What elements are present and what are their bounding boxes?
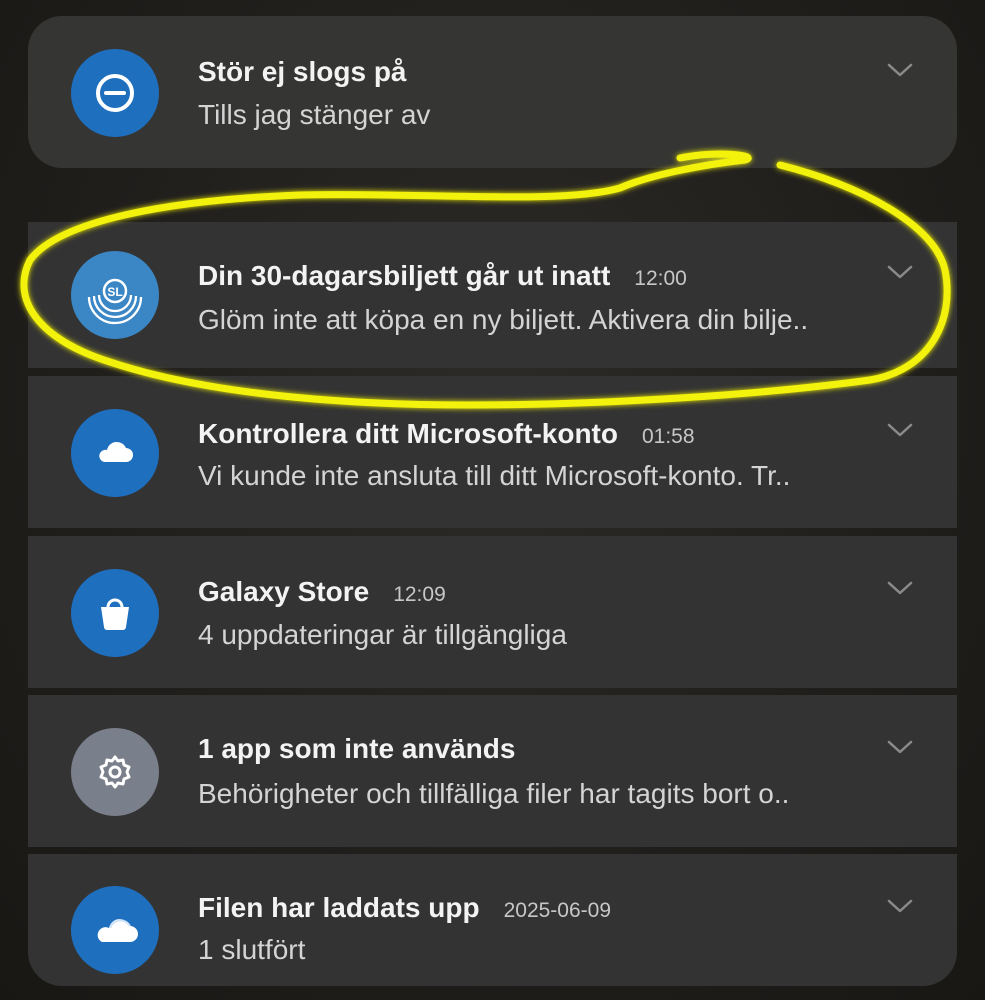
- shopping-bag-icon: [71, 569, 159, 657]
- gear-icon: [71, 728, 159, 816]
- notification-text: 4 uppdateringar är tillgängliga: [198, 619, 567, 650]
- notification-dnd[interactable]: Stör ej slogs på Tills jag stänger av: [28, 16, 957, 168]
- cloud-icon: [71, 409, 159, 497]
- notification-text: 1 slutfört: [198, 934, 306, 965]
- notification-title: 1 app som inte används: [198, 733, 516, 764]
- onedrive-cloud-icon: [71, 886, 159, 974]
- chevron-down-icon[interactable]: [885, 60, 915, 80]
- notification-text: Glöm inte att köpa en ny biljett. Aktive…: [198, 304, 809, 335]
- notification-title: Kontrollera ditt Microsoft-konto: [198, 418, 618, 449]
- notification-sl-ticket[interactable]: SL Din 30-dagarsbiljett går ut inatt 12:…: [28, 222, 957, 368]
- notification-title: Din 30-dagarsbiljett går ut inatt: [198, 260, 611, 291]
- chevron-down-icon[interactable]: [885, 896, 915, 916]
- sl-logo-icon: SL: [71, 251, 159, 339]
- sl-logo-text: SL: [107, 285, 122, 299]
- notification-galaxy-store[interactable]: Galaxy Store 12:09 4 uppdateringar är ti…: [28, 536, 957, 688]
- notification-unused-app[interactable]: 1 app som inte används Behörigheter och …: [28, 695, 957, 847]
- notification-file-uploaded[interactable]: Filen har laddats upp 2025-06-09 1 slutf…: [28, 854, 957, 986]
- notification-time: 2025-06-09: [503, 899, 612, 922]
- notification-title: Stör ej slogs på: [198, 56, 407, 87]
- notification-title: Galaxy Store: [198, 576, 370, 607]
- chevron-down-icon[interactable]: [885, 578, 915, 598]
- chevron-down-icon[interactable]: [885, 262, 915, 282]
- notification-text: Tills jag stänger av: [198, 99, 431, 130]
- notification-time: 01:58: [641, 425, 695, 448]
- notification-time: 12:00: [634, 267, 687, 290]
- chevron-down-icon[interactable]: [885, 420, 915, 440]
- notification-title: Filen har laddats upp: [198, 892, 480, 923]
- chevron-down-icon[interactable]: [885, 737, 915, 757]
- notification-text: Behörigheter och tillfälliga filer har t…: [198, 778, 790, 809]
- notification-text: Vi kunde inte ansluta till ditt Microsof…: [198, 460, 791, 491]
- do-not-disturb-icon: [71, 49, 159, 137]
- notification-microsoft-account[interactable]: Kontrollera ditt Microsoft-konto 01:58 V…: [28, 376, 957, 528]
- notification-time: 12:09: [393, 583, 446, 606]
